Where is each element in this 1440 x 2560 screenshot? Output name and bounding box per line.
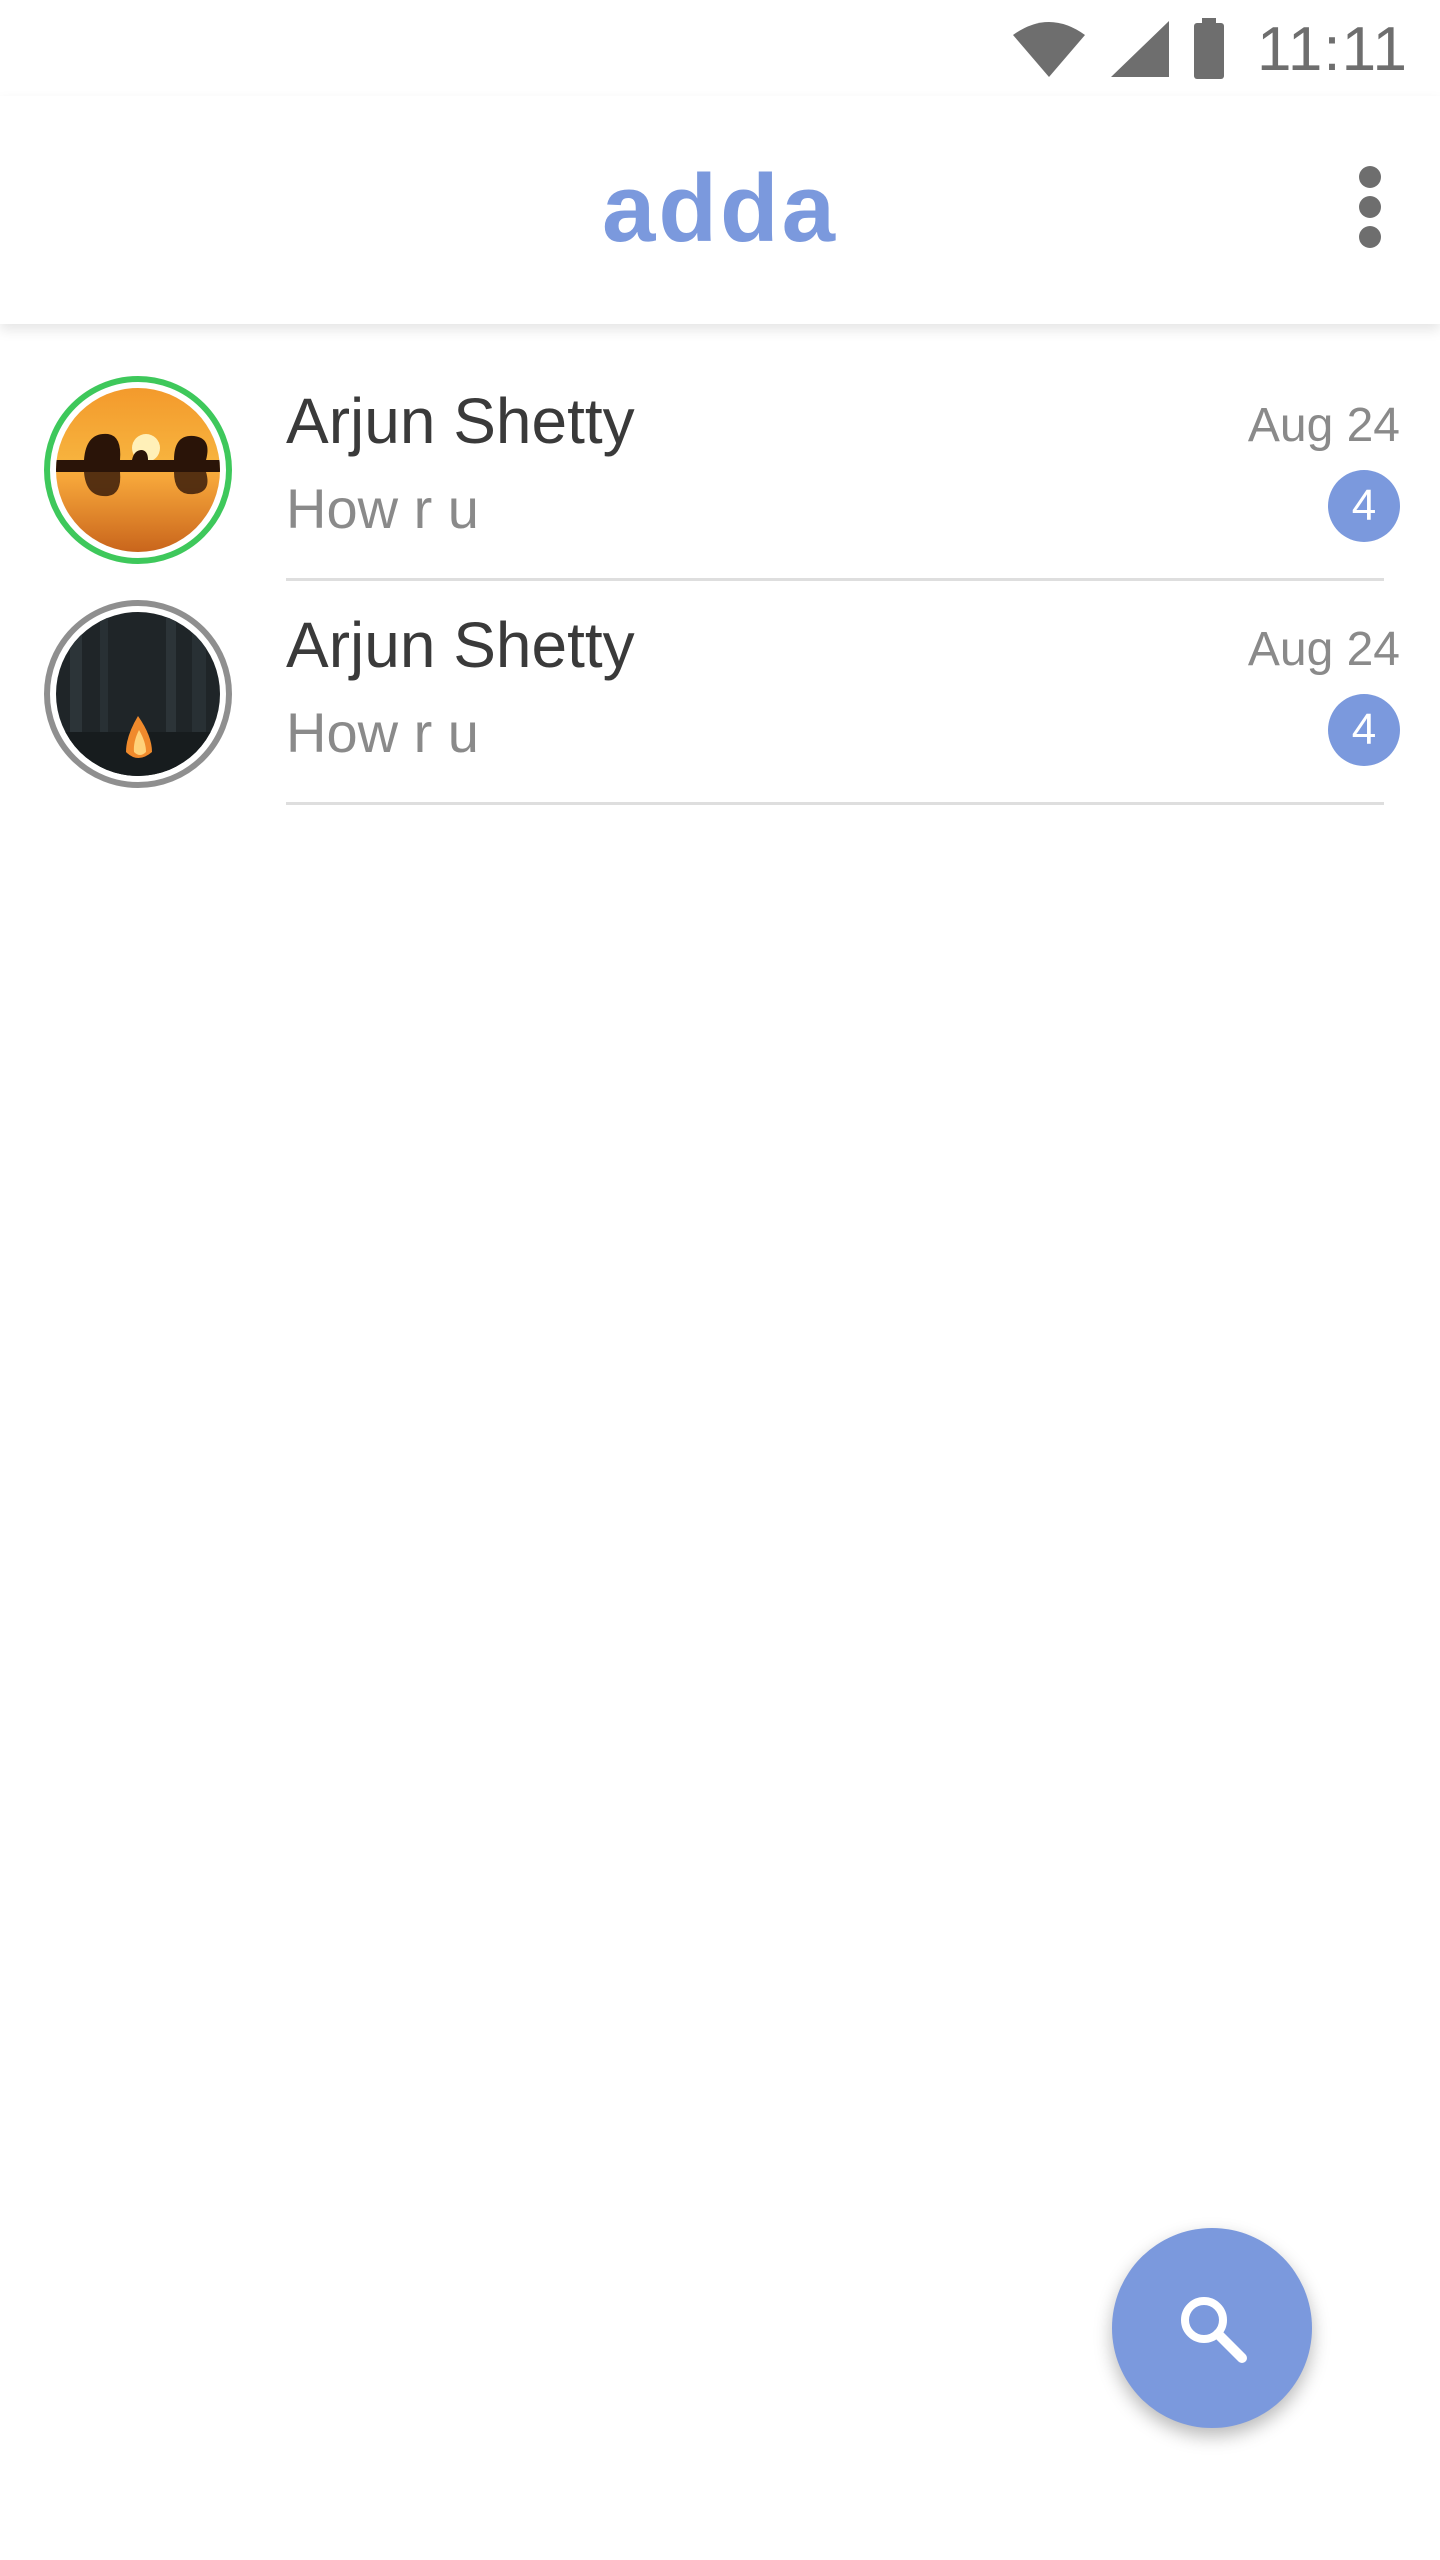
campfire-forest-photo — [56, 612, 220, 776]
app-bar: adda — [0, 96, 1440, 324]
last-message: How r u — [286, 701, 479, 764]
contact-name: Arjun Shetty — [286, 385, 635, 457]
chat-list: Arjun Shetty How r u Aug 24 4 Arjun Shet… — [0, 324, 1440, 824]
divider — [286, 802, 1384, 805]
unread-badge: 4 — [1328, 694, 1400, 766]
overflow-menu-button[interactable] — [1320, 152, 1420, 262]
elephants-sunset-photo — [56, 388, 220, 552]
avatar[interactable] — [44, 600, 232, 788]
avatar[interactable] — [44, 376, 232, 564]
battery-icon — [1194, 18, 1225, 79]
status-icons: 11:11 — [1011, 14, 1408, 84]
chat-list-item[interactable]: Arjun Shetty How r u Aug 24 4 — [0, 376, 1440, 600]
cellular-signal-icon — [1111, 21, 1170, 77]
status-time: 11:11 — [1257, 14, 1408, 84]
last-message: How r u — [286, 477, 479, 540]
search-icon — [1181, 2297, 1247, 2363]
app-title: adda — [601, 155, 839, 262]
chat-date: Aug 24 — [1247, 623, 1400, 676]
contact-name: Arjun Shetty — [286, 609, 635, 681]
avatar-image — [56, 388, 220, 552]
unread-badge: 4 — [1328, 470, 1400, 542]
avatar-image — [56, 612, 220, 776]
status-bar: 11:11 — [0, 0, 1440, 96]
wifi-icon — [1013, 22, 1086, 77]
more-vert-icon — [1359, 166, 1381, 248]
search-fab-button[interactable] — [1112, 2228, 1312, 2428]
chat-date: Aug 24 — [1247, 399, 1400, 452]
screen: 11:11 adda Arjun Shetty How r u Aug 24 4… — [0, 0, 1440, 2560]
divider — [286, 578, 1384, 581]
chat-list-item[interactable]: Arjun Shetty How r u Aug 24 4 — [0, 600, 1440, 824]
